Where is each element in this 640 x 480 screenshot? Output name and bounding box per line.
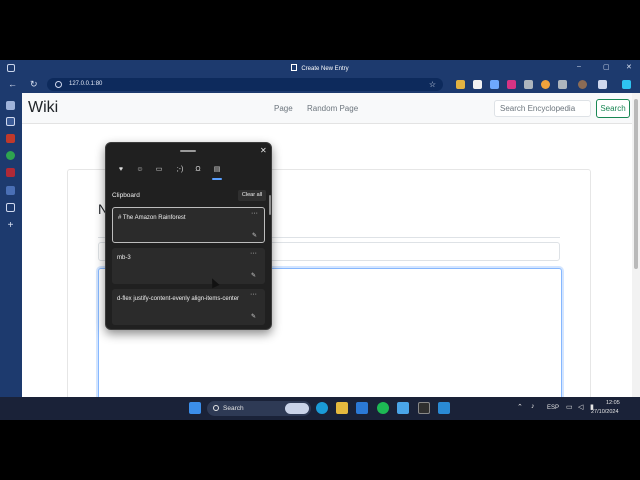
- search-input[interactable]: Search Encyclopedia: [494, 100, 591, 117]
- pin-icon[interactable]: ✎: [251, 272, 256, 279]
- store-icon[interactable]: [356, 402, 368, 414]
- search-icon: [213, 405, 219, 411]
- cookie-extension-icon[interactable]: [541, 80, 550, 89]
- gif-icon[interactable]: ▭: [154, 165, 164, 175]
- language-indicator[interactable]: ESP: [547, 405, 559, 411]
- search-highlight-icon: [285, 403, 309, 414]
- sidebar-add-icon[interactable]: +: [6, 221, 15, 231]
- extension-icon[interactable]: [524, 80, 533, 89]
- clock-time[interactable]: 12:05: [606, 400, 620, 406]
- sidebar-app-icon[interactable]: [6, 168, 15, 177]
- active-tab-indicator: [212, 178, 222, 180]
- microphone-icon[interactable]: ♪: [531, 403, 535, 410]
- sidebar-page-icon[interactable]: [6, 117, 15, 126]
- screen: Create New Entry – ▢ ✕ ← ↻ 127.0.0.1:80 …: [0, 60, 640, 420]
- more-options-icon[interactable]: ···: [250, 250, 257, 257]
- window-title-text: Create New Entry: [301, 66, 349, 72]
- search-button[interactable]: Search: [596, 99, 630, 118]
- menu-more-icon[interactable]: [598, 80, 607, 89]
- clipboard-item[interactable]: mb-3 ··· ✎: [112, 248, 265, 284]
- address-bar-row: ← ↻ 127.0.0.1:80 ☆: [0, 76, 640, 93]
- emoji-icon[interactable]: ☺: [135, 165, 145, 175]
- maximize-button[interactable]: ▢: [603, 63, 610, 71]
- spotify-icon[interactable]: [377, 402, 389, 414]
- clear-all-button[interactable]: Clear all: [238, 190, 266, 201]
- kaomoji-icon[interactable]: ;-): [173, 165, 187, 175]
- clipboard-item[interactable]: d-flex justify-content-evenly align-item…: [112, 289, 265, 325]
- more-options-icon[interactable]: ···: [250, 291, 257, 298]
- file-explorer-icon[interactable]: [336, 402, 348, 414]
- clipboard-item-text: mb-3: [117, 255, 131, 261]
- navbar: Wiki Page Random Page Search Encyclopedi…: [22, 93, 632, 124]
- abp-extension-icon[interactable]: [507, 80, 516, 89]
- heart-icon[interactable]: ♥: [116, 165, 126, 175]
- symbols-icon[interactable]: Ω: [193, 165, 203, 175]
- nav-link-page[interactable]: Page: [274, 104, 293, 113]
- vscode-icon[interactable]: [438, 402, 450, 414]
- profile-avatar[interactable]: [578, 80, 587, 89]
- site-info-icon[interactable]: [55, 81, 62, 88]
- clipboard-item-text: d-flex justify-content-evenly align-item…: [117, 296, 240, 302]
- clock-date[interactable]: 27/10/2024: [591, 409, 619, 415]
- volume-icon[interactable]: ◁: [578, 403, 583, 411]
- clipboard-history-panel: ✕ ♥ ☺ ▭ ;-) Ω ▤ Clipboard Clear all # Th…: [105, 142, 272, 330]
- favorite-star-icon[interactable]: ☆: [429, 78, 436, 91]
- brand-logo[interactable]: Wiki: [28, 99, 58, 117]
- sidebar-app-icon[interactable]: [6, 186, 15, 195]
- nav-link-random-page[interactable]: Random Page: [307, 104, 358, 113]
- network-icon[interactable]: ▭: [566, 403, 573, 411]
- close-window-button[interactable]: ✕: [626, 63, 632, 71]
- refresh-icon[interactable]: ↻: [30, 79, 38, 90]
- taskbar-search-box[interactable]: Search: [207, 401, 311, 416]
- extensions-puzzle-icon[interactable]: [558, 80, 567, 89]
- page-icon: [291, 64, 298, 71]
- folder-extension-icon[interactable]: [456, 80, 465, 89]
- clipboard-scrollbar[interactable]: [269, 195, 271, 215]
- browser-title-bar: Create New Entry – ▢ ✕: [0, 60, 640, 76]
- start-icon[interactable]: [189, 402, 201, 414]
- browser-sidebar: +: [0, 93, 22, 420]
- close-icon[interactable]: ✕: [260, 146, 267, 155]
- terminal-icon[interactable]: [418, 402, 430, 414]
- more-options-icon[interactable]: ···: [251, 210, 258, 217]
- pin-icon[interactable]: ✎: [251, 313, 256, 320]
- window-title: Create New Entry: [0, 64, 640, 72]
- back-icon[interactable]: ←: [8, 79, 17, 89]
- sidebar-tabs-icon[interactable]: [6, 101, 15, 110]
- scrollbar-thumb[interactable]: [634, 99, 638, 269]
- copilot-icon[interactable]: [622, 80, 631, 89]
- clipboard-heading: Clipboard: [112, 192, 140, 199]
- clipboard-item[interactable]: # The Amazon Rainforest ··· ✎: [112, 207, 265, 243]
- sidebar-app-icon[interactable]: [6, 203, 15, 212]
- audio-extension-icon[interactable]: [490, 80, 499, 89]
- clipboard-item-text: # The Amazon Rainforest: [118, 215, 186, 221]
- sidebar-app-icon[interactable]: [6, 151, 15, 160]
- pin-icon[interactable]: ✎: [252, 232, 257, 239]
- page-scrollbar[interactable]: [632, 93, 640, 420]
- minimize-button[interactable]: –: [577, 63, 581, 70]
- edge-icon[interactable]: [316, 402, 328, 414]
- drag-handle[interactable]: [180, 150, 196, 152]
- taskbar-search-label: Search: [223, 405, 244, 412]
- sidebar-app-icon[interactable]: [6, 134, 15, 143]
- notepad-icon[interactable]: [397, 402, 409, 414]
- taskbar: Search ⌃ ♪ ESP ▭ ◁ ▮ 12:05 27/10/2024: [0, 397, 640, 420]
- url-text: 127.0.0.1:80: [69, 81, 103, 87]
- clipboard-icon[interactable]: ▤: [212, 165, 222, 175]
- notes-extension-icon[interactable]: [473, 80, 482, 89]
- chevron-up-icon[interactable]: ⌃: [517, 403, 523, 411]
- url-bar[interactable]: 127.0.0.1:80 ☆: [47, 78, 443, 91]
